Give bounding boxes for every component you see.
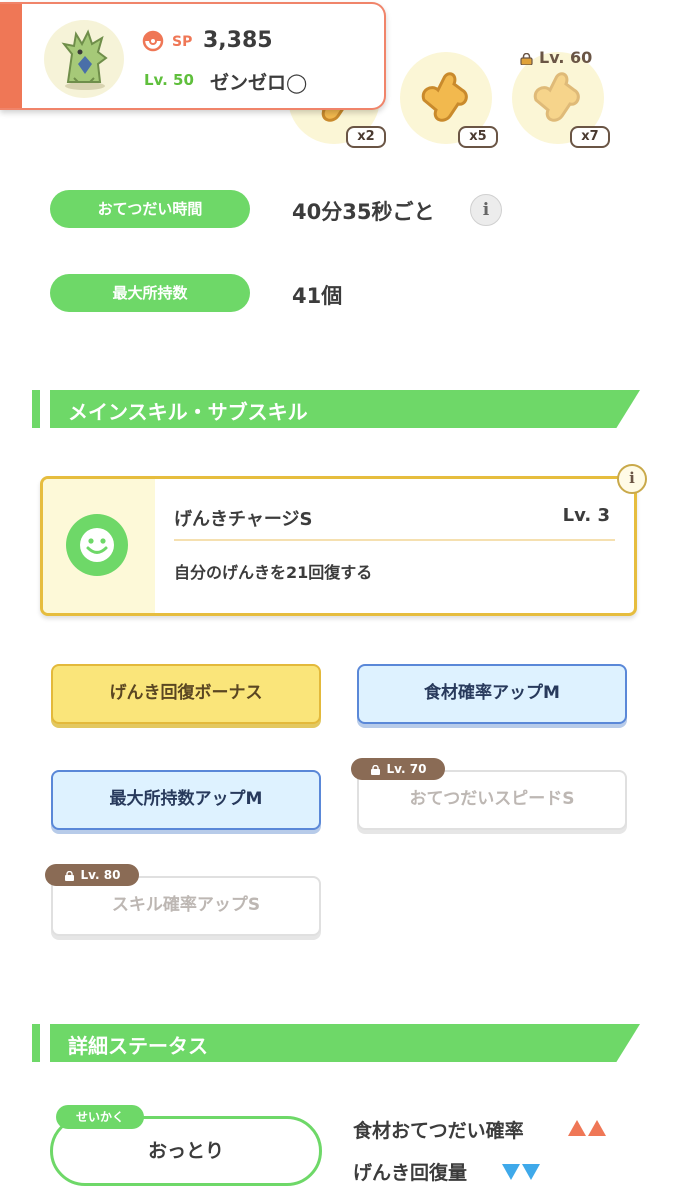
pokemon-sprite-icon xyxy=(61,29,108,90)
main-skill-description: 自分のげんきを21回復する xyxy=(174,563,373,582)
section-title: メインスキル・サブスキル xyxy=(68,400,308,424)
lock-icon xyxy=(64,870,74,881)
help-time-label: おてつだい時間 xyxy=(50,190,250,228)
section-bar xyxy=(32,1024,40,1062)
ingredient-count: x5 xyxy=(458,126,498,148)
lock-level-text: Lv. 80 xyxy=(80,868,121,882)
lock-level-text: Lv. 70 xyxy=(386,762,427,776)
pokemon-header-card[interactable]: SP 3,385 Lv. 50 ゼンゼロ◯ xyxy=(0,2,386,110)
up-arrows-icon xyxy=(568,1120,608,1140)
status-section-header: 詳細ステータス xyxy=(32,1024,640,1062)
down-arrow-icon xyxy=(522,1164,540,1180)
sub-skill-5-lock: Lv. 80 xyxy=(45,864,139,886)
max-carry-value: 41個 xyxy=(292,284,343,308)
smile-icon xyxy=(66,514,128,576)
nature-effect-up-label: 食材おてつだい確率 xyxy=(353,1120,524,1142)
down-arrows-icon xyxy=(502,1164,542,1184)
lock-icon xyxy=(370,764,380,775)
ginger-icon xyxy=(533,72,580,122)
sp-label: SP xyxy=(172,34,193,50)
main-skill-level: Lv. 3 xyxy=(562,505,610,526)
ingredient-count: x2 xyxy=(346,126,386,148)
card-accent-stripe xyxy=(0,4,22,108)
up-arrow-icon xyxy=(588,1120,606,1136)
sub-skill-1[interactable]: げんき回復ボーナス xyxy=(51,664,321,724)
section-title: 詳細ステータス xyxy=(68,1034,208,1058)
info-icon[interactable]: i xyxy=(470,194,502,226)
nature-effect-down-label: げんき回復量 xyxy=(353,1162,468,1184)
section-bar xyxy=(32,390,40,428)
up-arrow-icon xyxy=(568,1120,586,1136)
max-carry-label: 最大所持数 xyxy=(50,274,250,312)
ginger-icon xyxy=(421,72,468,122)
skills-section-header: メインスキル・サブスキル xyxy=(32,390,640,428)
lock-icon xyxy=(520,52,533,65)
nature-tag: せいかく xyxy=(56,1105,144,1129)
main-skill-card[interactable]: げんきチャージS Lv. 3 自分のげんきを21回復する xyxy=(40,476,637,616)
sub-skill-3[interactable]: 最大所持数アップM xyxy=(51,770,321,830)
sub-skill-4-lock: Lv. 70 xyxy=(351,758,445,780)
pokeball-icon xyxy=(142,30,164,52)
skill-info-icon[interactable]: i xyxy=(617,464,647,494)
lock-level-text: Lv. 60 xyxy=(539,48,593,67)
ingredient-slot-2[interactable]: x5 xyxy=(400,52,498,148)
main-skill-name: げんきチャージS xyxy=(174,509,313,530)
help-time-value: 40分35秒ごと xyxy=(292,200,435,224)
ingredient-lock-level: Lv. 60 xyxy=(520,48,592,67)
skill-divider xyxy=(174,539,615,541)
ingredient-count: x7 xyxy=(570,126,610,148)
sp-value: 3,385 xyxy=(203,28,273,53)
pokemon-name: ゼンゼロ◯ xyxy=(210,72,308,94)
down-arrow-icon xyxy=(502,1164,520,1180)
sub-skill-2[interactable]: 食材確率アップM xyxy=(357,664,627,724)
pokemon-level: Lv. 50 xyxy=(144,71,194,89)
